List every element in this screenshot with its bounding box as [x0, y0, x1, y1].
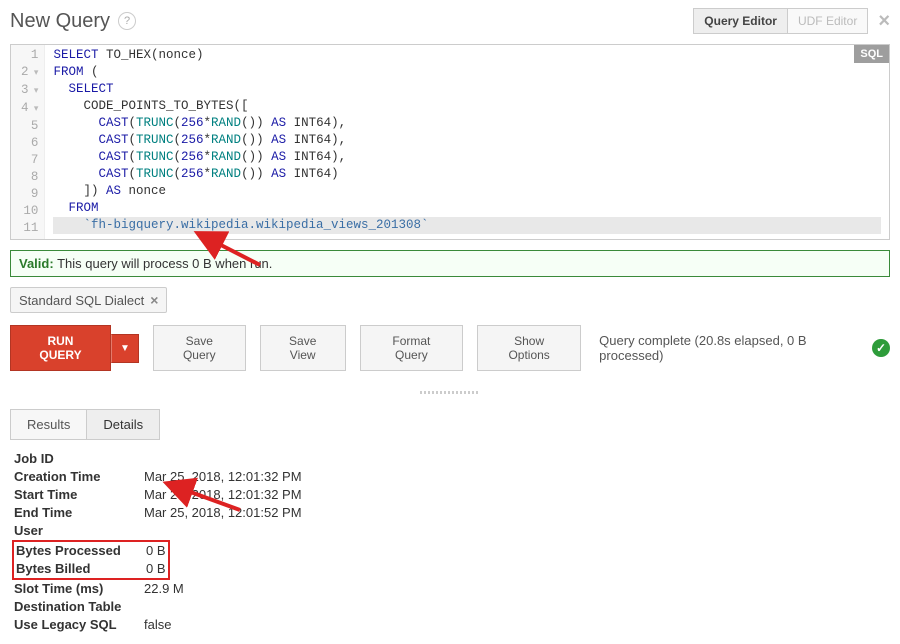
run-query-button[interactable]: RUN QUERY — [10, 325, 111, 371]
value-end-time: Mar 25, 2018, 12:01:52 PM — [144, 504, 302, 522]
label-bytes-processed: Bytes Processed — [16, 542, 146, 560]
label-bytes-billed: Bytes Billed — [16, 560, 146, 578]
validation-bar: Valid: This query will process 0 B when … — [10, 250, 890, 277]
label-destination-table: Destination Table — [14, 598, 144, 616]
format-query-button[interactable]: Format Query — [360, 325, 463, 371]
label-user: User — [14, 522, 144, 540]
save-query-button[interactable]: Save Query — [153, 325, 246, 371]
value-bytes-billed: 0 B — [146, 560, 166, 578]
query-editor-tab[interactable]: Query Editor — [693, 8, 788, 34]
value-slot-time: 22.9 M — [144, 580, 184, 598]
value-bytes-processed: 0 B — [146, 542, 166, 560]
query-status: Query complete (20.8s elapsed, 0 B proce… — [599, 333, 872, 363]
tab-results[interactable]: Results — [10, 409, 87, 440]
success-check-icon: ✓ — [872, 339, 890, 357]
value-start-time: Mar 25, 2018, 12:01:32 PM — [144, 486, 302, 504]
label-start-time: Start Time — [14, 486, 144, 504]
show-options-button[interactable]: Show Options — [477, 325, 581, 371]
save-view-button[interactable]: Save View — [260, 325, 346, 371]
help-icon[interactable]: ? — [118, 12, 136, 30]
line-gutter: 1234567891011 — [11, 45, 45, 239]
label-creation-time: Creation Time — [14, 468, 144, 486]
run-query-dropdown[interactable]: ▼ — [111, 334, 139, 363]
resize-handle[interactable] — [10, 389, 890, 395]
valid-label: Valid: — [19, 256, 54, 271]
details-panel: Job ID Creation TimeMar 25, 2018, 12:01:… — [14, 450, 886, 634]
close-icon[interactable]: × — [878, 10, 890, 33]
label-end-time: End Time — [14, 504, 144, 522]
sql-badge: SQL — [854, 45, 889, 63]
label-use-legacy: Use Legacy SQL — [14, 616, 144, 634]
label-slot-time: Slot Time (ms) — [14, 580, 144, 598]
label-job-id: Job ID — [14, 450, 144, 468]
chip-label: Standard SQL Dialect — [19, 293, 144, 308]
sql-dialect-chip[interactable]: Standard SQL Dialect × — [10, 287, 167, 313]
value-use-legacy: false — [144, 616, 171, 634]
value-creation-time: Mar 25, 2018, 12:01:32 PM — [144, 468, 302, 486]
chip-close-icon[interactable]: × — [150, 292, 158, 308]
udf-editor-tab[interactable]: UDF Editor — [787, 8, 868, 34]
page-title: New Query — [10, 10, 110, 33]
valid-message: This query will process 0 B when run. — [57, 256, 272, 271]
tab-details[interactable]: Details — [86, 409, 160, 440]
sql-editor[interactable]: SQL 1234567891011 SELECT TO_HEX(nonce) F… — [10, 44, 890, 240]
code-area[interactable]: SELECT TO_HEX(nonce) FROM ( SELECT CODE_… — [45, 45, 889, 239]
